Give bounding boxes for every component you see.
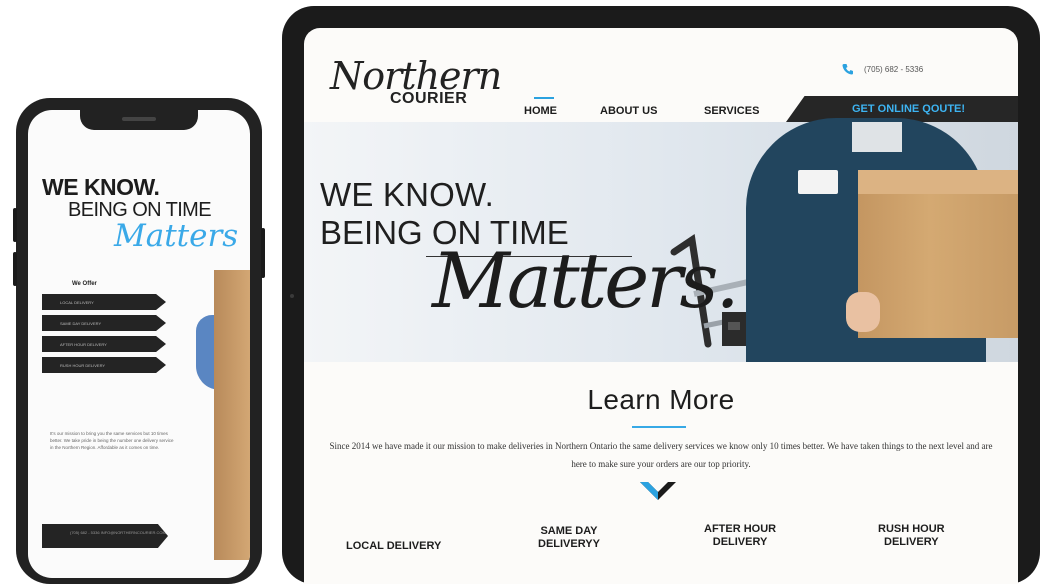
- phone-offer-after-hour[interactable]: AFTER HOUR DELIVERY: [42, 336, 166, 352]
- service-local-delivery[interactable]: LOCAL DELIVERY: [346, 540, 441, 553]
- courier-collar: [852, 122, 902, 152]
- service-same-day-line1: SAME DAY: [540, 525, 598, 537]
- service-local-label: LOCAL DELIVERY: [346, 540, 442, 552]
- learn-more-underline: [632, 426, 686, 428]
- phone-speaker: [122, 117, 156, 121]
- service-after-hour-line1: AFTER HOUR: [704, 523, 777, 535]
- service-after-hour-line2: DELIVERY: [712, 536, 768, 548]
- service-same-day-line2: DELIVERYY: [538, 538, 600, 550]
- phone-volume-button: [13, 252, 17, 286]
- phone-call-button[interactable]: (705) 682 - 5336 INFO@NORTHERNCOURIER.CO…: [42, 524, 168, 548]
- hero-headline-1: WE KNOW.: [320, 176, 494, 213]
- phone-power-button: [261, 228, 265, 278]
- phone-offer-label: We Offer: [72, 281, 97, 287]
- phone-offer-local[interactable]: LOCAL DELIVERY: [42, 294, 166, 310]
- phone-offer-same-day[interactable]: SAME DAY DELIVERY: [42, 315, 166, 331]
- nav-services[interactable]: SERVICES: [704, 105, 759, 117]
- phone-device: WE KNOW. BEING ON TIME Matters We Offer …: [13, 98, 265, 584]
- hero-script-text: Matters.: [432, 236, 740, 325]
- phone-hero-box: [214, 270, 250, 560]
- phone-offer-rush-hour[interactable]: RUSH HOUR DELIVERY: [42, 357, 166, 373]
- courier-hand: [846, 292, 880, 332]
- service-after-hour-delivery[interactable]: AFTER HOUR DELIVERY: [704, 523, 776, 549]
- phone-notch: [80, 110, 198, 130]
- cardboard-box-flap: [858, 170, 1018, 194]
- learn-more-title: Learn More: [587, 384, 735, 415]
- logo-wordmark[interactable]: COURIER: [390, 90, 467, 108]
- header-phone-number[interactable]: (705) 682 - 5336: [864, 65, 923, 74]
- chevron-down-icon[interactable]: [638, 478, 678, 504]
- nav-active-indicator: [534, 97, 554, 99]
- phone-icon: [842, 64, 853, 75]
- tablet-screen: Northern COURIER (705) 682 - 5336 HOME A…: [304, 28, 1018, 584]
- learn-more-paragraph: Since 2014 we have made it our mission t…: [329, 441, 993, 469]
- nav-home[interactable]: HOME: [524, 105, 557, 117]
- service-rush-hour-delivery[interactable]: RUSH HOUR DELIVERY: [878, 523, 945, 549]
- tablet-device: Northern COURIER (705) 682 - 5336 HOME A…: [282, 6, 1040, 584]
- phone-screen: WE KNOW. BEING ON TIME Matters We Offer …: [28, 110, 250, 578]
- phone-volume-button: [13, 208, 17, 242]
- phone-headline-script: Matters: [114, 218, 239, 254]
- phone-headline-1: WE KNOW.: [42, 174, 160, 200]
- service-rush-hour-line1: RUSH HOUR: [878, 523, 945, 535]
- phone-mission-paragraph: It's our mission to bring you the same s…: [50, 431, 174, 450]
- tablet-camera: [290, 294, 294, 298]
- nav-about-us[interactable]: ABOUT US: [600, 105, 657, 117]
- service-rush-hour-line2: DELIVERY: [884, 536, 939, 548]
- service-same-day-delivery[interactable]: SAME DAY DELIVERYY: [538, 525, 600, 551]
- cardboard-box-image: [858, 170, 1018, 338]
- courier-badge: [798, 170, 838, 194]
